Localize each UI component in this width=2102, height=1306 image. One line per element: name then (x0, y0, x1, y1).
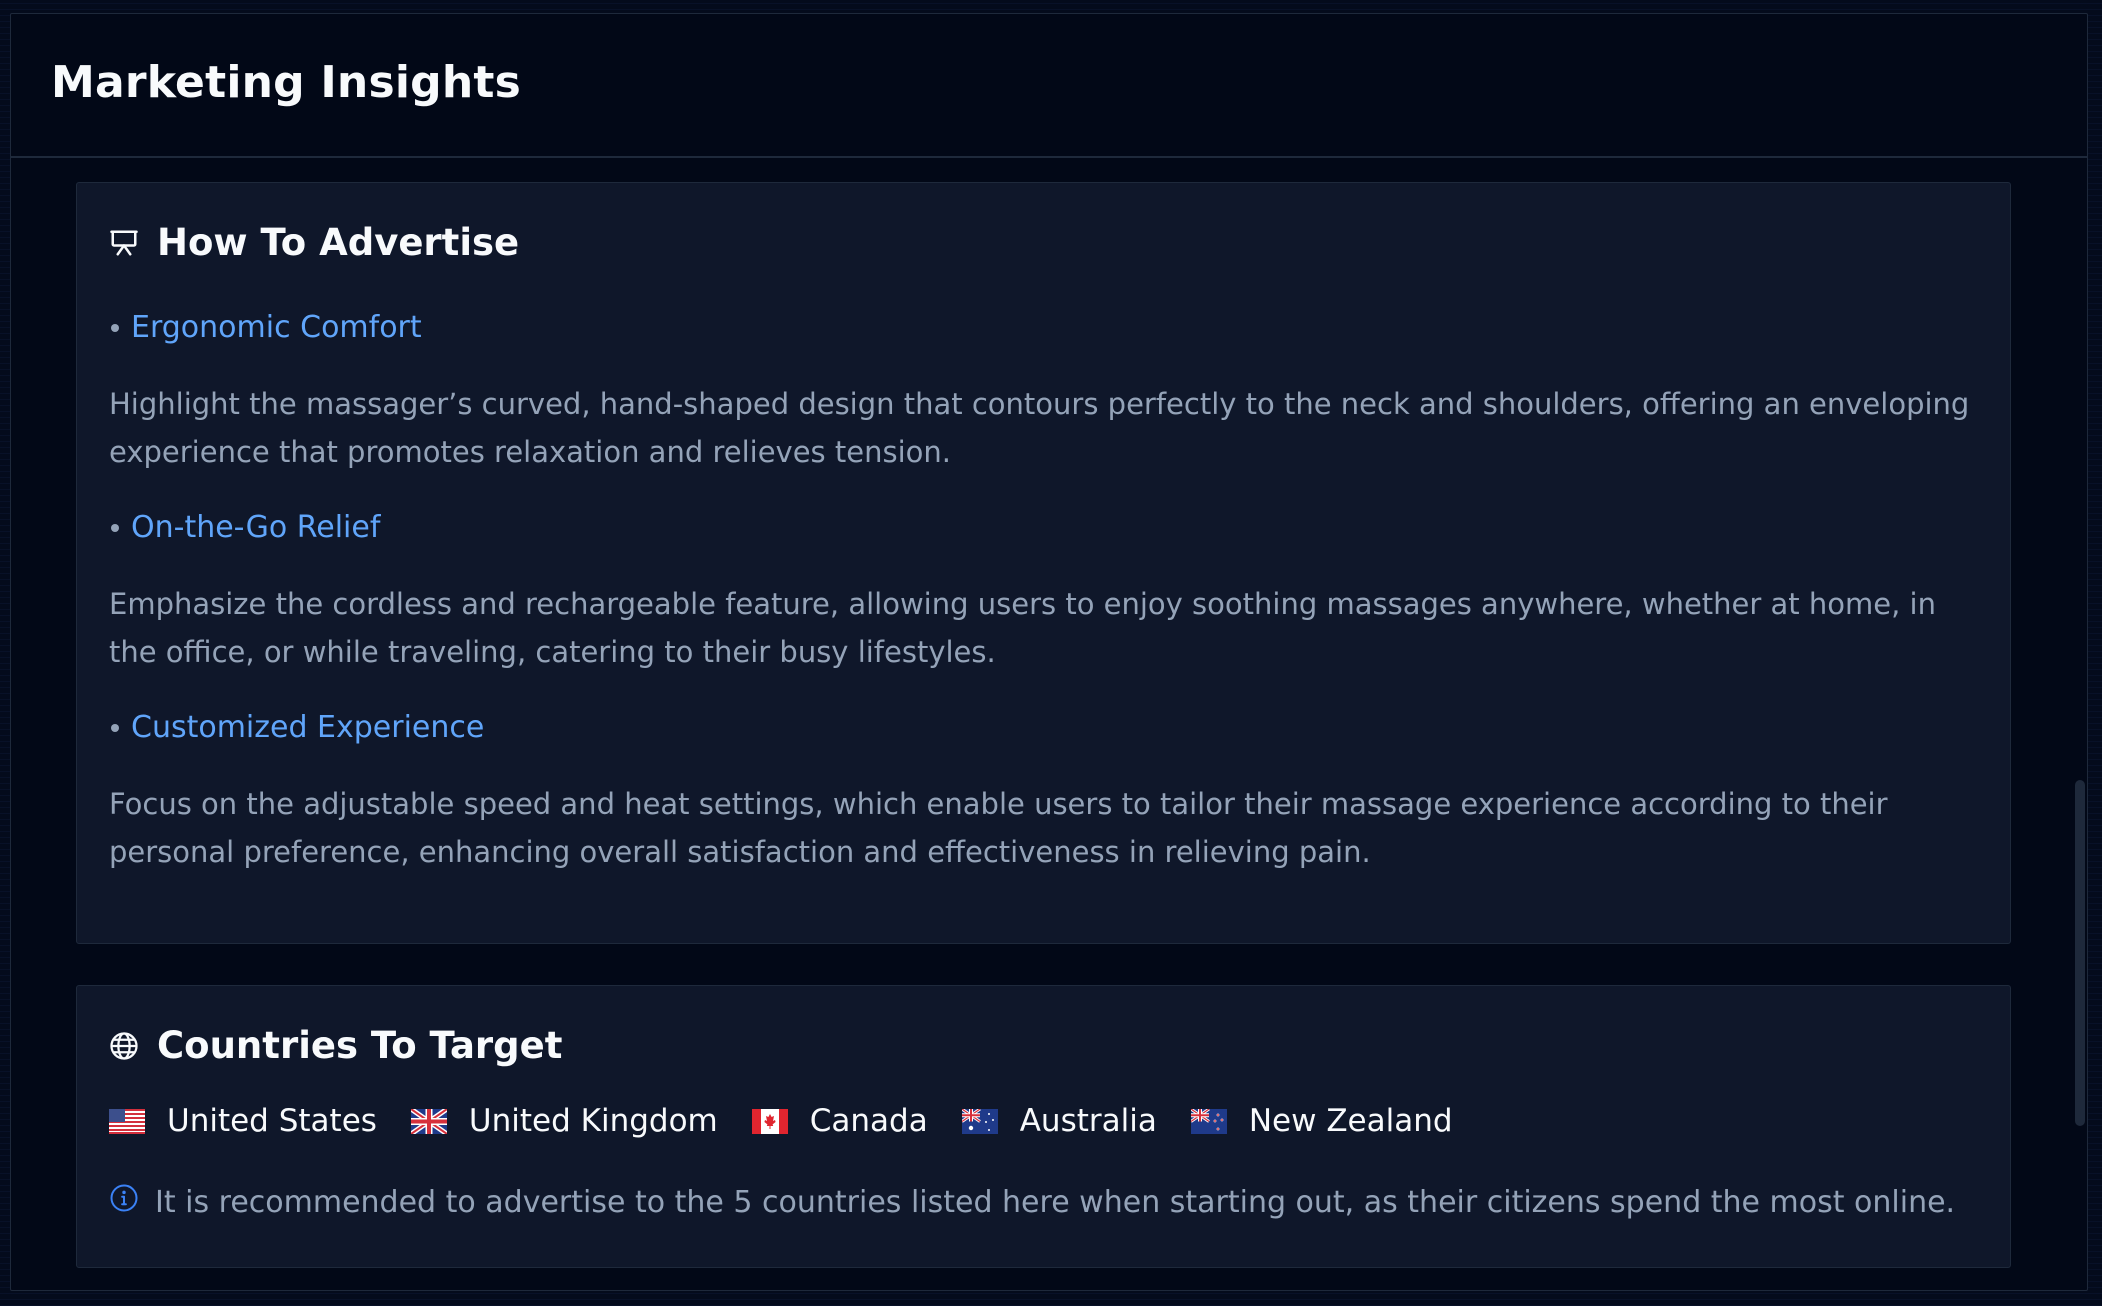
card-title: Countries To Target (157, 1024, 563, 1067)
country-name: New Zealand (1248, 1103, 1453, 1139)
country-name: Canada (809, 1103, 928, 1139)
advertise-item-heading: On-the-Go Relief (109, 510, 1978, 546)
advertise-item-description: Emphasize the cordless and rechargeable … (109, 587, 1936, 669)
country-name: Australia (1019, 1103, 1157, 1139)
canada-flag-icon (751, 1108, 788, 1134)
bullet-icon (111, 524, 119, 532)
new-zealand-flag-icon (1190, 1108, 1227, 1134)
advertise-item-heading: Ergonomic Comfort (109, 310, 1978, 346)
advertise-item: Ergonomic Comfort Highlight the massager… (109, 310, 1978, 476)
country-item: Canada (751, 1103, 928, 1139)
advertise-item-heading: Customized Experience (109, 710, 1978, 746)
us-flag-icon (109, 1108, 145, 1134)
panel-header: Marketing Insights (11, 14, 2087, 158)
scroll-content: How To Advertise Ergonomic Comfort Highl… (11, 160, 2013, 1268)
advertise-item-description: Focus on the adjustable speed and heat s… (109, 787, 1888, 869)
marketing-insights-panel: Marketing Insights How To Advertise Ergo… (10, 13, 2088, 1291)
card-title-row: Countries To Target (109, 1024, 1978, 1067)
advertise-item: Customized Experience Focus on the adjus… (109, 710, 1978, 876)
advertise-item-description: Highlight the massager’s curved, hand-sh… (109, 387, 1970, 469)
info-icon (109, 1183, 139, 1221)
advertise-item-title: Ergonomic Comfort (131, 310, 422, 345)
card-title: How To Advertise (157, 221, 520, 264)
panel-title: Marketing Insights (51, 56, 521, 108)
recommendation-note: It is recommended to advertise to the 5 … (109, 1183, 1978, 1221)
bullet-icon (111, 324, 119, 332)
advertise-item: On-the-Go Relief Emphasize the cordless … (109, 510, 1978, 676)
australia-flag-icon (961, 1108, 998, 1134)
card-title-row: How To Advertise (109, 221, 1978, 264)
country-item: New Zealand (1190, 1103, 1453, 1139)
uk-flag-icon (410, 1108, 447, 1134)
country-name: United Kingdom (468, 1103, 718, 1139)
scrollbar-thumb[interactable] (2075, 780, 2085, 1126)
country-name: United States (167, 1103, 377, 1139)
countries-to-target-card: Countries To Target United States United… (76, 985, 2011, 1268)
country-list: United States United Kingdom Canada Aust… (109, 1103, 1978, 1139)
note-text: It is recommended to advertise to the 5 … (155, 1184, 1956, 1220)
presentation-icon (109, 228, 139, 258)
advertise-item-title: Customized Experience (131, 710, 485, 745)
country-item: United Kingdom (410, 1103, 718, 1139)
how-to-advertise-card: How To Advertise Ergonomic Comfort Highl… (76, 182, 2011, 944)
country-item: United States (109, 1103, 377, 1139)
country-item: Australia (961, 1103, 1157, 1139)
bullet-icon (111, 724, 119, 732)
globe-icon (109, 1031, 139, 1061)
advertise-item-title: On-the-Go Relief (131, 510, 381, 545)
advertise-list: Ergonomic Comfort Highlight the massager… (109, 310, 1978, 876)
scroll-area[interactable]: How To Advertise Ergonomic Comfort Highl… (11, 160, 2087, 1290)
